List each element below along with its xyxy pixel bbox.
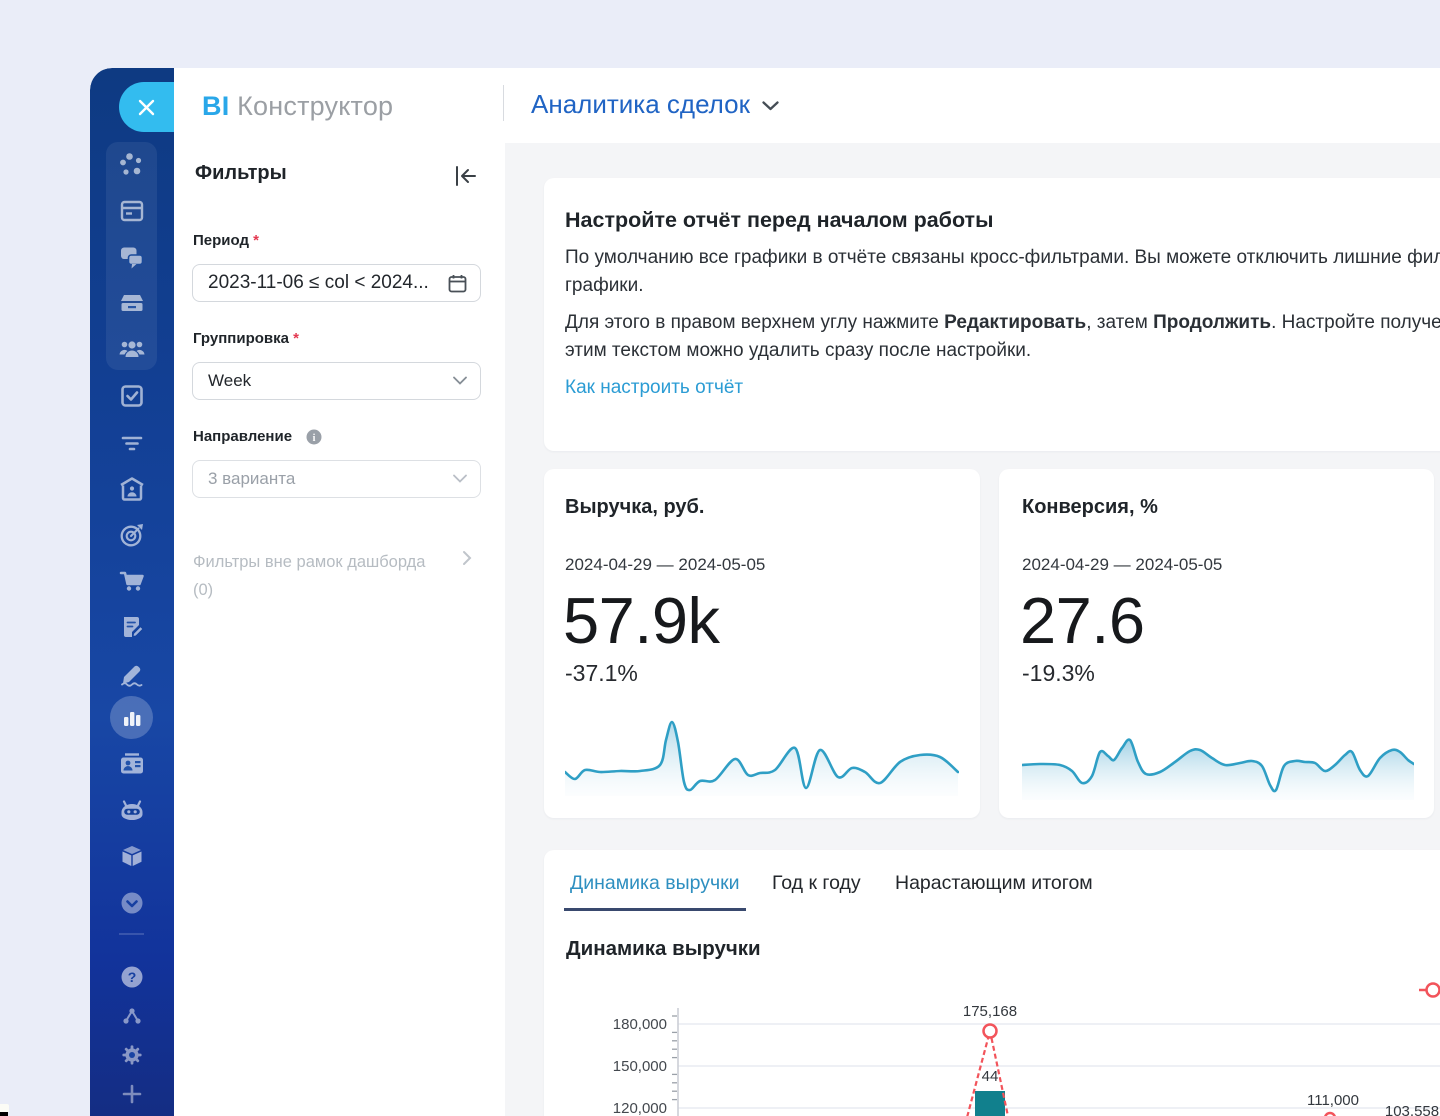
svg-text:180,000: 180,000 bbox=[613, 1016, 667, 1033]
svg-text:175,168: 175,168 bbox=[963, 1003, 1017, 1020]
svg-text:120,000: 120,000 bbox=[613, 1100, 667, 1116]
svg-text:i: i bbox=[313, 433, 316, 444]
svg-text:150,000: 150,000 bbox=[613, 1058, 667, 1075]
svg-text:?: ? bbox=[128, 969, 137, 985]
svg-text:103,558: 103,558 bbox=[1385, 1103, 1439, 1116]
svg-text:44: 44 bbox=[982, 1068, 999, 1085]
svg-text:111,000: 111,000 bbox=[1307, 1092, 1359, 1109]
